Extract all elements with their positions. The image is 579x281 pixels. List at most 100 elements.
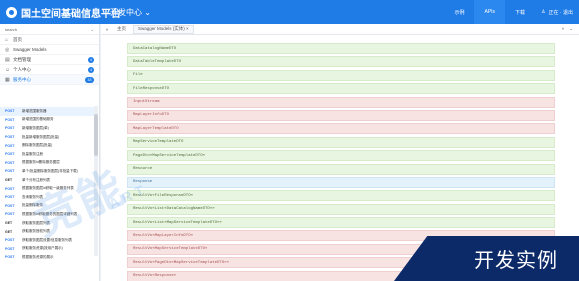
brand: 国土空间基础信息平台 bbox=[0, 5, 121, 20]
api-item[interactable]: GET 单个分布注册列表 bbox=[0, 176, 94, 185]
api-item[interactable]: POST 根据服务id删除服务图层 bbox=[0, 159, 94, 168]
api-label: 新增范围的基础服务 bbox=[22, 117, 54, 122]
api-list: POST 新增范围服务器 POST 新增范围的基础服务 POST 新增服务图层(单) … bbox=[0, 107, 94, 262]
api-label: 查询服务列表 bbox=[22, 194, 43, 199]
model-row[interactable]: DataTableTemplateDTO bbox=[127, 56, 555, 68]
api-item[interactable]: POST 根据服务资源的展示 bbox=[0, 253, 94, 262]
api-label: 批量服务注册 bbox=[22, 151, 43, 156]
http-method: POST bbox=[5, 109, 15, 114]
api-label: 批量删除服务 bbox=[22, 203, 43, 208]
sidebar-item-profile[interactable]: ☺ 个人中心 4 bbox=[0, 65, 99, 75]
api-label: 获取服务授权列表 bbox=[22, 229, 50, 234]
model-row[interactable]: Resource bbox=[127, 163, 555, 175]
api-item[interactable]: POST 单个/批量删除服务图层(非批量下载) bbox=[0, 167, 94, 176]
api-label: 根据服务图层id获取一级服务列表 bbox=[22, 186, 74, 191]
api-label: 新增范围服务器 bbox=[22, 108, 47, 113]
model-row[interactable]: FileResponseDTO bbox=[127, 83, 555, 95]
api-label: 根据服务资源的展示 bbox=[22, 254, 54, 259]
model-row[interactable]: File bbox=[127, 69, 555, 81]
top-header: 国土空间基础信息平台 开发中心 ⌄ 示例 APIs 下载 ♙ 正在 · 退出 bbox=[0, 0, 579, 24]
http-method: POST bbox=[5, 152, 15, 157]
api-item[interactable]: POST 批量服务注册 bbox=[0, 150, 94, 159]
http-method: POST bbox=[5, 246, 15, 251]
api-item[interactable]: POST 根据服务图层id获取一级服务列表 bbox=[0, 184, 94, 193]
api-item[interactable]: POST 批量新增服务图层(批量) bbox=[0, 133, 94, 142]
sidebar-badge: 33 bbox=[85, 76, 94, 83]
swagger-icon: ◎ bbox=[5, 46, 10, 53]
model-row[interactable]: MapServiceTemplateDTO bbox=[127, 136, 555, 148]
scroll-thumb[interactable] bbox=[94, 114, 98, 156]
api-label: 单个/批量删除服务图层(非批量下载) bbox=[22, 168, 78, 173]
platform-title: 国土空间基础信息平台 bbox=[21, 8, 121, 20]
api-item[interactable]: POST 删除服务图层(批量) bbox=[0, 141, 94, 150]
http-method: POST bbox=[5, 169, 15, 174]
sidebar-item-label: 文档管理 bbox=[13, 56, 31, 62]
api-item[interactable]: POST 查询服务列表 bbox=[0, 193, 94, 202]
http-method: GET bbox=[5, 178, 13, 183]
sidebar-item-label: 服务中心 bbox=[13, 76, 31, 82]
tab-home[interactable]: 主页 bbox=[113, 25, 130, 34]
api-item[interactable]: POST 新增范围的基础服务 bbox=[0, 116, 94, 125]
model-row[interactable]: MapLayerInfoDTO bbox=[127, 109, 555, 121]
top-tab-apis[interactable]: APIs bbox=[474, 0, 506, 24]
top-tab-downloads[interactable]: 下载 bbox=[505, 0, 535, 24]
service-icon: ▦ bbox=[5, 76, 10, 83]
search-placeholder: search bbox=[5, 26, 18, 32]
chevron-down-icon: ⌄ bbox=[90, 26, 94, 32]
model-row[interactable]: InputStream bbox=[127, 96, 555, 108]
model-row[interactable]: ResultVo«List«MapServiceTemplateDTO»» bbox=[127, 217, 555, 229]
sidebar-item-swagger-models[interactable]: ◎ Swagger Models bbox=[0, 45, 99, 55]
model-row[interactable]: DataCatalogNameDTO bbox=[127, 43, 555, 54]
api-label: 新增服务图层(单) bbox=[22, 125, 49, 130]
model-row[interactable]: MapLayerTemplateDTO bbox=[127, 123, 555, 135]
api-label: 获取服务图层列表 bbox=[22, 220, 50, 225]
sidebar-item-label: 首页 bbox=[13, 36, 22, 42]
model-row[interactable]: PageDto«MapServiceTemplateDTO» bbox=[127, 150, 555, 162]
model-row[interactable]: ResultVo«List«DataCatalogNameDTO»» bbox=[127, 203, 555, 215]
tab-swagger-models[interactable]: Swagger Models (实体) × bbox=[133, 24, 194, 34]
home-icon: ⌂ bbox=[5, 36, 9, 43]
api-item[interactable]: POST 新增范围服务器 bbox=[0, 107, 94, 116]
http-method: POST bbox=[5, 195, 15, 200]
api-item[interactable]: POST 根据服务id获取服务的图层详细列表 bbox=[0, 210, 94, 219]
api-label: 批量新增服务图层(批量) bbox=[22, 134, 60, 139]
tab-actions: » ⌄ bbox=[562, 26, 579, 32]
document-icon: ▤ bbox=[5, 56, 10, 63]
sidebar-search[interactable]: search ⌄ bbox=[0, 24, 99, 35]
sidebar-badge: 4 bbox=[88, 66, 94, 73]
http-method: GET bbox=[5, 221, 13, 226]
model-row[interactable]: ResultVo«FileResponseDTO» bbox=[127, 190, 555, 202]
model-row[interactable]: Response bbox=[127, 176, 555, 188]
chevron-right-icon[interactable]: » bbox=[562, 26, 565, 32]
left-sidebar: search ⌄ ⌂ 首页 ◎ Swagger Models ▤ 文档管理 4 … bbox=[0, 24, 100, 281]
http-method: POST bbox=[5, 203, 15, 208]
api-item[interactable]: POST 获取服务图层设置/信息服务列表 bbox=[0, 236, 94, 245]
collapse-icon[interactable]: ⌄ bbox=[569, 26, 573, 32]
sidebar-item-service-center[interactable]: ▦ 服务中心 33 bbox=[0, 75, 99, 85]
http-method: POST bbox=[5, 126, 15, 131]
top-tab-examples[interactable]: 示例 bbox=[444, 0, 474, 24]
sidebar-item-documents[interactable]: ▤ 文档管理 4 bbox=[0, 55, 99, 65]
api-label: 获取服务资源(按用户展示) bbox=[22, 246, 63, 251]
api-item[interactable]: POST 新增服务图层(单) bbox=[0, 124, 94, 133]
app-switcher[interactable]: 开发中心 ⌄ bbox=[110, 7, 151, 18]
api-item[interactable]: POST 批量删除服务 bbox=[0, 202, 94, 211]
api-item[interactable]: GET 获取服务图层列表 bbox=[0, 219, 94, 228]
chevron-left-icon[interactable]: « bbox=[101, 27, 113, 32]
sidebar-scrollbar[interactable] bbox=[94, 106, 98, 256]
user-icon: ☺ bbox=[5, 66, 11, 73]
api-label: 单个分布注册列表 bbox=[22, 177, 50, 182]
http-method: POST bbox=[5, 186, 15, 191]
http-method: GET bbox=[5, 229, 13, 234]
http-method: POST bbox=[5, 117, 15, 122]
user-menu[interactable]: ♙ 正在 · 退出 bbox=[535, 9, 579, 16]
sidebar-item-home[interactable]: ⌂ 首页 bbox=[0, 35, 99, 45]
sidebar-item-label: Swagger Models bbox=[13, 47, 47, 52]
api-item[interactable]: GET 获取服务授权列表 bbox=[0, 227, 94, 236]
api-label: 删除服务图层(批量) bbox=[22, 143, 53, 148]
http-method: POST bbox=[5, 212, 15, 217]
http-method: POST bbox=[5, 143, 15, 148]
http-method: POST bbox=[5, 135, 15, 140]
api-item[interactable]: POST 获取服务资源(按用户展示) bbox=[0, 245, 94, 254]
user-name: 正在 · 退出 bbox=[548, 9, 573, 16]
